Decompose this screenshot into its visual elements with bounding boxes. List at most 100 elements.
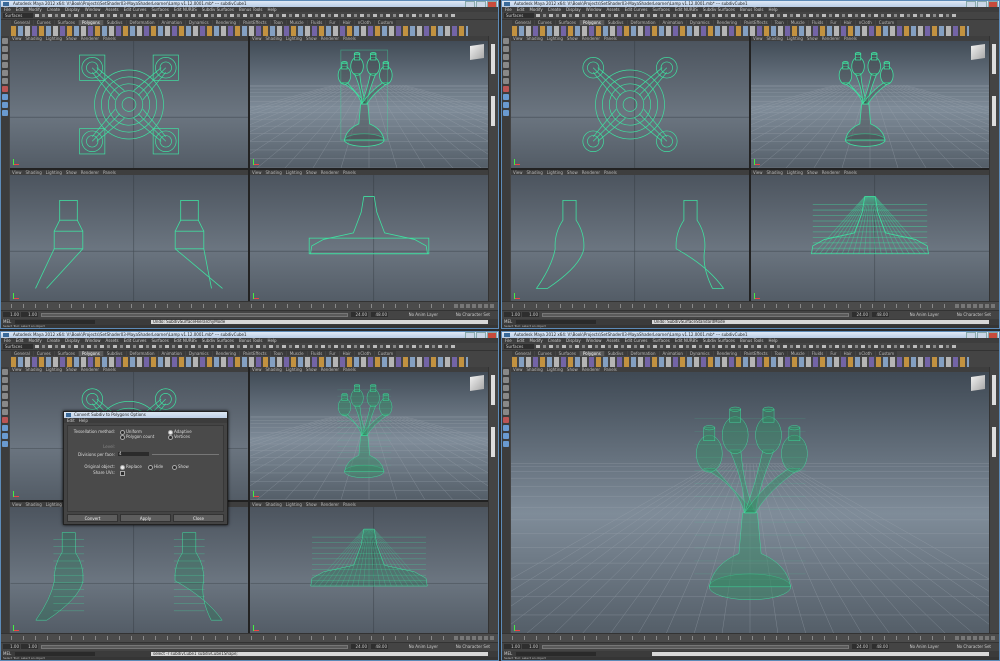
layout-single-icon[interactable] [2, 425, 8, 431]
select-tool-icon[interactable] [2, 38, 8, 44]
viewport-side[interactable]: View Shading Lighting Show Renderer Panels [250, 501, 488, 634]
lasso-tool-icon[interactable] [503, 46, 509, 52]
shelf-tab-animation[interactable]: Animation [659, 20, 686, 25]
viewport-persp[interactable]: View Shading Lighting Show Renderer Panels [250, 367, 488, 500]
close-button[interactable]: Close [173, 514, 224, 522]
shelf-tab-hair[interactable]: Hair [840, 351, 855, 356]
shelf-tab-fur[interactable]: Fur [326, 351, 339, 356]
shelf-tab-deformation[interactable]: Deformation [627, 351, 659, 356]
shelf-tab-painteffects[interactable]: PaintEffects [240, 20, 270, 25]
character-set-menu[interactable]: No Character Set [957, 312, 991, 318]
shelf-tab-custom[interactable]: Custom [374, 20, 397, 25]
status-line-tools[interactable] [35, 14, 458, 17]
select-tool-icon[interactable] [503, 38, 509, 44]
playback-end-field[interactable]: 24.00 [852, 312, 869, 317]
lasso-tool-icon[interactable] [503, 377, 509, 383]
shelf-tab-polygons[interactable]: Polygons [78, 20, 103, 25]
shelf-tab-painteffects[interactable]: PaintEffects [741, 20, 771, 25]
anim-layer-menu[interactable]: No Anim Layer [409, 644, 438, 650]
last-tool-icon[interactable] [2, 86, 8, 92]
shelf-tab-hair[interactable]: Hair [339, 351, 354, 356]
divisions-slider[interactable] [152, 454, 219, 455]
shelf-tab-rendering[interactable]: Rendering [212, 20, 240, 25]
viewport-top[interactable]: View Shading Lighting Show Renderer Panels [10, 36, 248, 168]
viewport-front[interactable]: ViewShadingLightingShowRendererPanels [511, 170, 749, 302]
viewport-side[interactable]: View Shading Lighting Show Renderer Panels [751, 170, 989, 302]
shelf-tab-ncloth[interactable]: nCloth [855, 351, 875, 356]
shelf-tab-curves[interactable]: Curves [33, 20, 54, 25]
anim-layer-menu[interactable]: No Anim Layer [910, 644, 939, 650]
move-tool-icon[interactable] [503, 393, 509, 399]
shelf-tab-custom[interactable]: Custom [875, 20, 898, 25]
shelf-tab-dynamics[interactable]: Dynamics [686, 351, 713, 356]
shelf-tab-toon[interactable]: Toon [771, 20, 787, 25]
shelf-tab-toon[interactable]: Toon [270, 351, 286, 356]
lasso-tool-icon[interactable] [2, 46, 8, 52]
shelf-tab-general[interactable]: General [11, 351, 33, 356]
shelf-tab-muscle[interactable]: Muscle [286, 20, 307, 25]
end-time-field[interactable]: 48.00 [872, 644, 889, 649]
shelf-tab-curves[interactable]: Curves [33, 351, 54, 356]
dialog-menu-help[interactable]: Help [79, 418, 88, 423]
playback-controls[interactable] [955, 304, 995, 308]
start-time-field[interactable]: 1.00 [3, 644, 20, 649]
shelf-tab-ncloth[interactable]: nCloth [855, 20, 875, 25]
status-line-tools[interactable] [536, 14, 959, 17]
shelf-tab-rendering[interactable]: Rendering [713, 351, 741, 356]
rotate-tool-icon[interactable] [503, 401, 509, 407]
shelf-tab-surfaces[interactable]: Surfaces [555, 351, 579, 356]
end-time-field[interactable]: 48.00 [371, 312, 388, 317]
radio-hide[interactable]: Hide [148, 464, 163, 470]
shelf-tab-subdivs[interactable]: Subdivs [604, 351, 627, 356]
shelf-tab-toon[interactable]: Toon [270, 20, 286, 25]
shelf-tab-general[interactable]: General [11, 20, 33, 25]
select-tool-icon[interactable] [503, 369, 509, 375]
character-set-menu[interactable]: No Character Set [957, 644, 991, 650]
shelf-tab-muscle[interactable]: Muscle [787, 20, 808, 25]
rotate-tool-icon[interactable] [2, 401, 8, 407]
shelf-tab-animation[interactable]: Animation [158, 20, 185, 25]
shelf-tab-animation[interactable]: Animation [158, 351, 185, 356]
range-bar[interactable] [41, 645, 348, 649]
shelf-tab-fluids[interactable]: Fluids [808, 351, 827, 356]
last-tool-icon[interactable] [2, 417, 8, 423]
shelf-tab-dynamics[interactable]: Dynamics [686, 20, 713, 25]
radio-show[interactable]: Show [172, 464, 189, 470]
playback-end-field[interactable]: 24.00 [852, 644, 869, 649]
playback-start-field[interactable]: 1.00 [21, 312, 38, 317]
shelf-tab-deformation[interactable]: Deformation [126, 20, 158, 25]
layout-side-icon[interactable] [503, 441, 509, 447]
layout-four-icon[interactable] [2, 433, 8, 439]
shelf-tab-rendering[interactable]: Rendering [713, 20, 741, 25]
viewport-side[interactable]: View Shading Lighting Show Renderer Panels [250, 170, 488, 302]
shelf-tab-hair[interactable]: Hair [339, 20, 354, 25]
shelf-tab-curves[interactable]: Curves [534, 351, 555, 356]
viewport-persp[interactable]: View Shading Lighting Show Renderer Panels [511, 367, 989, 634]
viewport-front[interactable]: ViewShadingLightingShowRendererPanels [10, 170, 248, 302]
shelf-tab-fluids[interactable]: Fluids [808, 20, 827, 25]
shelf-tab-deformation[interactable]: Deformation [627, 20, 659, 25]
layout-side-icon[interactable] [2, 441, 8, 447]
shelf-tab-fur[interactable]: Fur [827, 20, 840, 25]
paint-tool-icon[interactable] [2, 54, 8, 60]
playback-controls[interactable] [955, 636, 995, 640]
channel-box-tab[interactable] [488, 367, 498, 634]
status-line-tools[interactable] [536, 345, 959, 348]
scale-tool-icon[interactable] [503, 78, 509, 84]
playback-end-field[interactable]: 24.00 [351, 644, 368, 649]
range-bar[interactable] [542, 313, 849, 317]
shelf-tab-muscle[interactable]: Muscle [787, 351, 808, 356]
layout-single-icon[interactable] [2, 94, 8, 100]
shelf-tab-polygons[interactable]: Polygons [579, 20, 604, 25]
shelf-tab-dynamics[interactable]: Dynamics [185, 351, 212, 356]
shelf-icons[interactable] [11, 357, 468, 367]
playback-controls[interactable] [454, 636, 494, 640]
viewport-persp[interactable]: View Shading Lighting Show Renderer Panels [250, 36, 488, 168]
radio-vertices[interactable]: Vertices [168, 434, 190, 440]
scale-tool-icon[interactable] [2, 409, 8, 415]
shelf-tab-painteffects[interactable]: PaintEffects [240, 351, 270, 356]
apply-button[interactable]: Apply [120, 514, 171, 522]
end-time-field[interactable]: 48.00 [371, 644, 388, 649]
anim-layer-menu[interactable]: No Anim Layer [409, 312, 438, 318]
viewport-persp[interactable]: View Shading Lighting Show Renderer Panels [751, 36, 989, 168]
